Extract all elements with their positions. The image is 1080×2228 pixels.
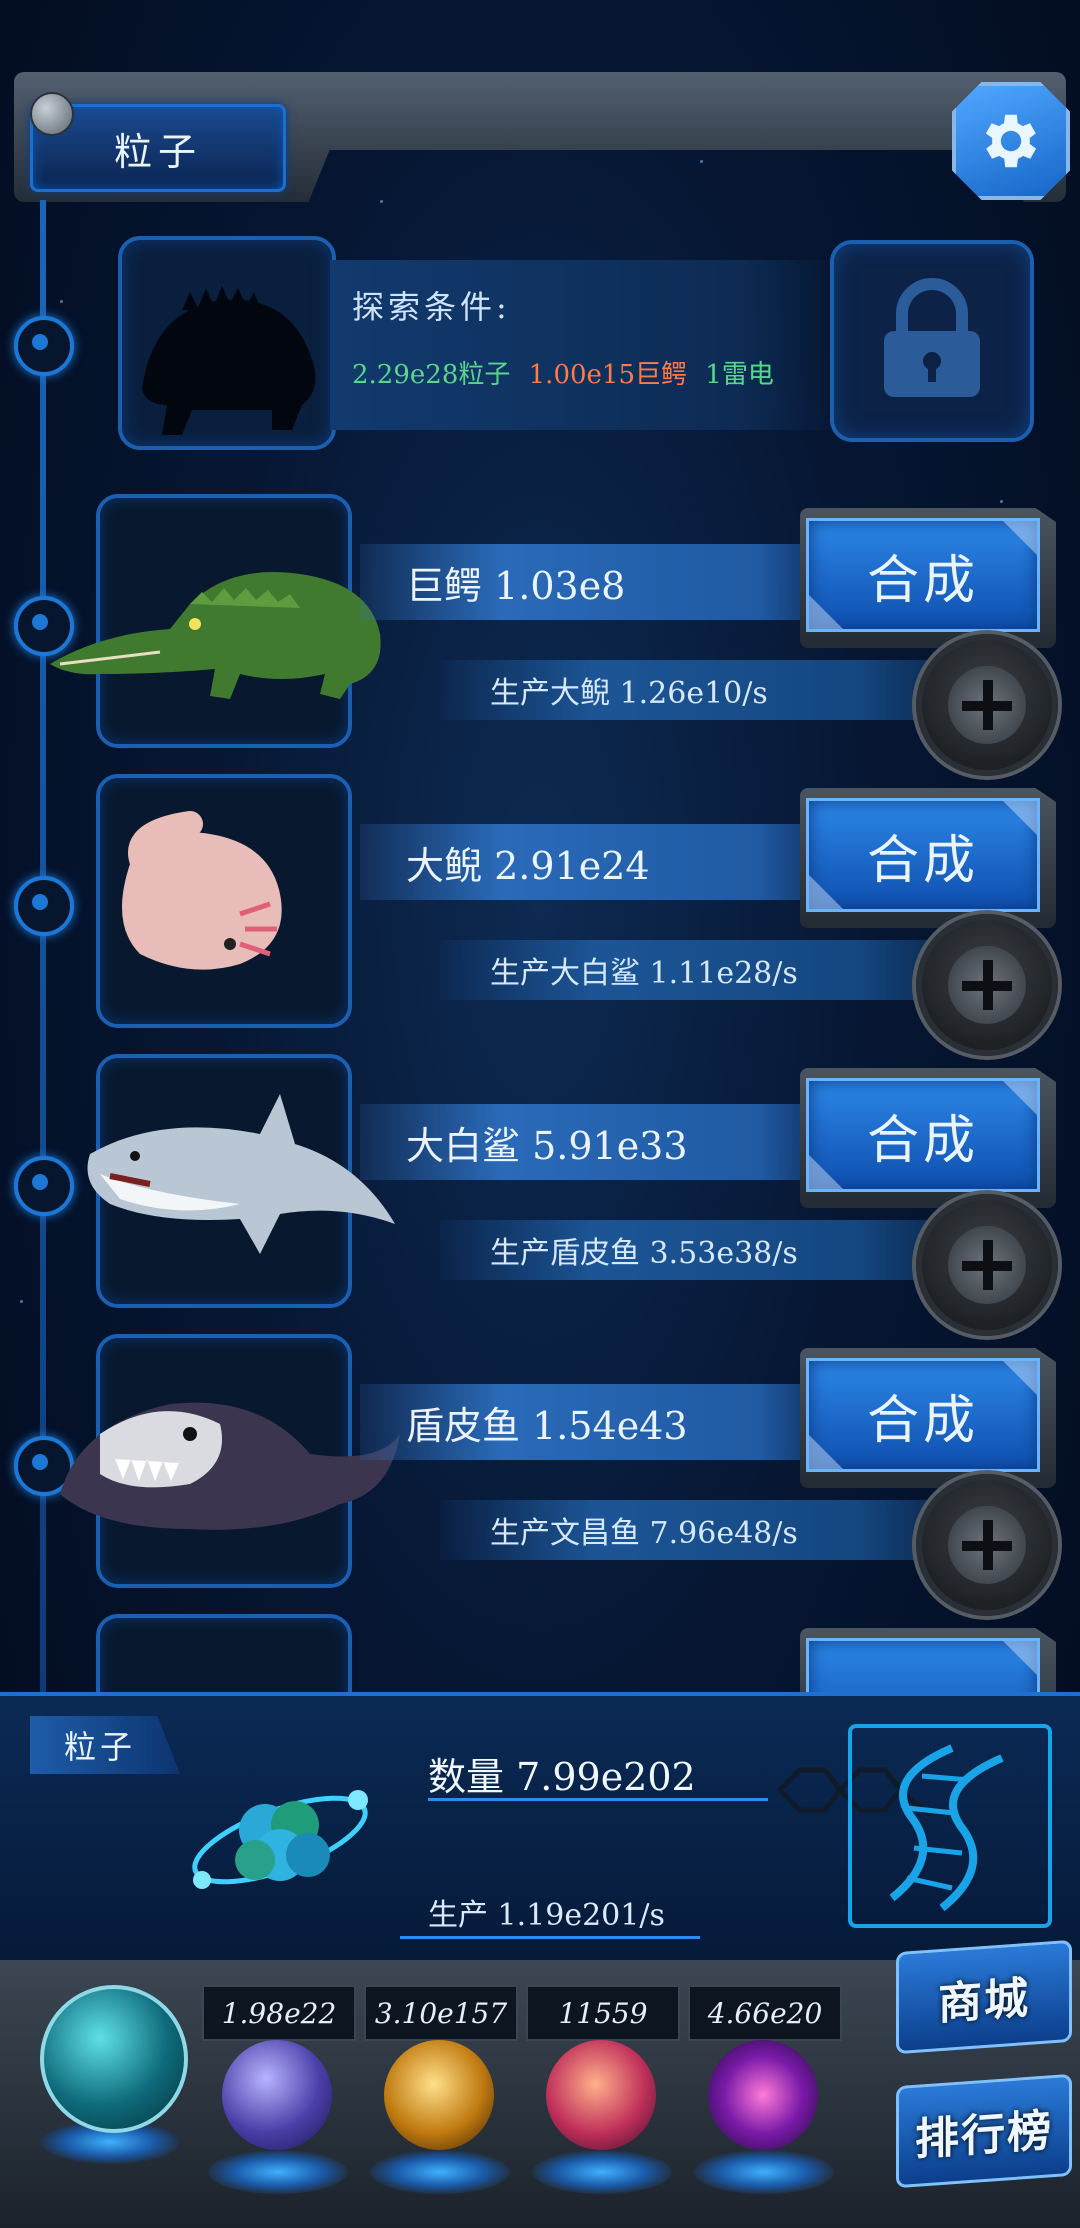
creature-production: 生产大鲵 1.26e10/s — [440, 660, 960, 720]
particle-icon — [192, 1790, 368, 1889]
synthesize-button[interactable]: 合成 — [806, 1078, 1040, 1192]
creature-production: 生产文昌鱼 7.96e48/s — [440, 1500, 960, 1560]
silhouette-icon — [142, 286, 316, 435]
lightning-orb-button[interactable] — [222, 2040, 332, 2150]
resource-tab: 粒子 — [30, 1716, 180, 1774]
creature-row-axolotl: 大鲵 2.91e24 生产大白鲨 1.11e28/s 合成 — [0, 774, 1080, 1056]
dna-icon — [889, 1744, 1004, 1912]
orb-value: 11559 — [526, 1985, 680, 2041]
upgrade-button[interactable] — [916, 634, 1058, 776]
orb-value: 3.10e157 — [364, 1985, 518, 2041]
rate-underline — [400, 1936, 700, 1939]
creature-production: 生产盾皮鱼 3.53e38/s — [440, 1220, 960, 1280]
orb-base — [532, 2150, 672, 2194]
unlock-button[interactable] — [830, 240, 1034, 442]
creature-row-shark: 大白鲨 5.91e33 生产盾皮鱼 3.53e38/s 合成 — [0, 1054, 1080, 1336]
orb-value: 1.98e22 — [202, 1985, 356, 2041]
dna-panel — [848, 1724, 1052, 1928]
amount-underline — [428, 1798, 768, 1801]
plus-icon — [948, 946, 1026, 1024]
upgrade-button[interactable] — [916, 1194, 1058, 1336]
orb-base — [694, 2150, 834, 2194]
synthesize-button[interactable]: 合成 — [806, 518, 1040, 632]
rail-node-lock — [14, 316, 74, 376]
creature-name: 巨鳄 1.03e8 — [360, 544, 830, 620]
particle-orb-button[interactable] — [40, 1985, 188, 2133]
leaderboard-button[interactable]: 排行榜 — [896, 2073, 1072, 2189]
settings-button[interactable] — [952, 82, 1070, 200]
locked-creature-frame — [118, 236, 336, 450]
synthesize-button[interactable]: 合成 — [806, 1358, 1040, 1472]
vortex-orb-button[interactable] — [708, 2040, 818, 2150]
requirement-crocodile: 1.00e15巨鳄 — [528, 360, 688, 390]
axolotl-icon — [122, 811, 282, 970]
explore-requirements: 2.29e28粒子 1.00e15巨鳄 1雷电 — [352, 354, 784, 391]
requirement-lightning: 1雷电 — [705, 360, 774, 390]
resource-rate: 生产 1.19e201/s — [428, 1898, 665, 1933]
creature-name: 大白鲨 5.91e33 — [360, 1104, 830, 1180]
shark-icon — [87, 1094, 395, 1254]
orb-value: 4.66e20 — [688, 1985, 842, 2041]
dunkleosteus-icon — [60, 1402, 400, 1530]
upgrade-button[interactable] — [916, 914, 1058, 1056]
crocodile-icon — [50, 572, 381, 699]
upgrade-button[interactable] — [916, 1474, 1058, 1616]
creature-row-dunkleosteus: 盾皮鱼 1.54e43 生产文昌鱼 7.96e48/s 合成 — [0, 1334, 1080, 1616]
lock-icon — [884, 278, 980, 397]
plus-icon — [948, 666, 1026, 744]
resource-amount: 数量 7.99e202 — [428, 1755, 696, 1799]
shop-button[interactable]: 商城 — [896, 1939, 1072, 2055]
brain-orb-button[interactable] — [546, 2040, 656, 2150]
bolt-icon — [30, 92, 74, 136]
gear-icon — [985, 114, 1037, 168]
fire-orb-button[interactable] — [384, 2040, 494, 2150]
creature-name: 大鲵 2.91e24 — [360, 824, 830, 900]
creature-name: 盾皮鱼 1.54e43 — [360, 1384, 830, 1460]
orb-base — [208, 2150, 348, 2194]
orb-base — [370, 2150, 510, 2194]
creature-row-crocodile: 巨鳄 1.03e8 生产大鲵 1.26e10/s 合成 — [0, 494, 1080, 776]
creature-production: 生产大白鲨 1.11e28/s — [440, 940, 960, 1000]
plus-icon — [948, 1506, 1026, 1584]
requirement-particles: 2.29e28粒子 — [352, 360, 511, 390]
synthesize-button[interactable]: 合成 — [806, 798, 1040, 912]
explore-title: 探索条件: — [352, 288, 511, 326]
plus-icon — [948, 1226, 1026, 1304]
